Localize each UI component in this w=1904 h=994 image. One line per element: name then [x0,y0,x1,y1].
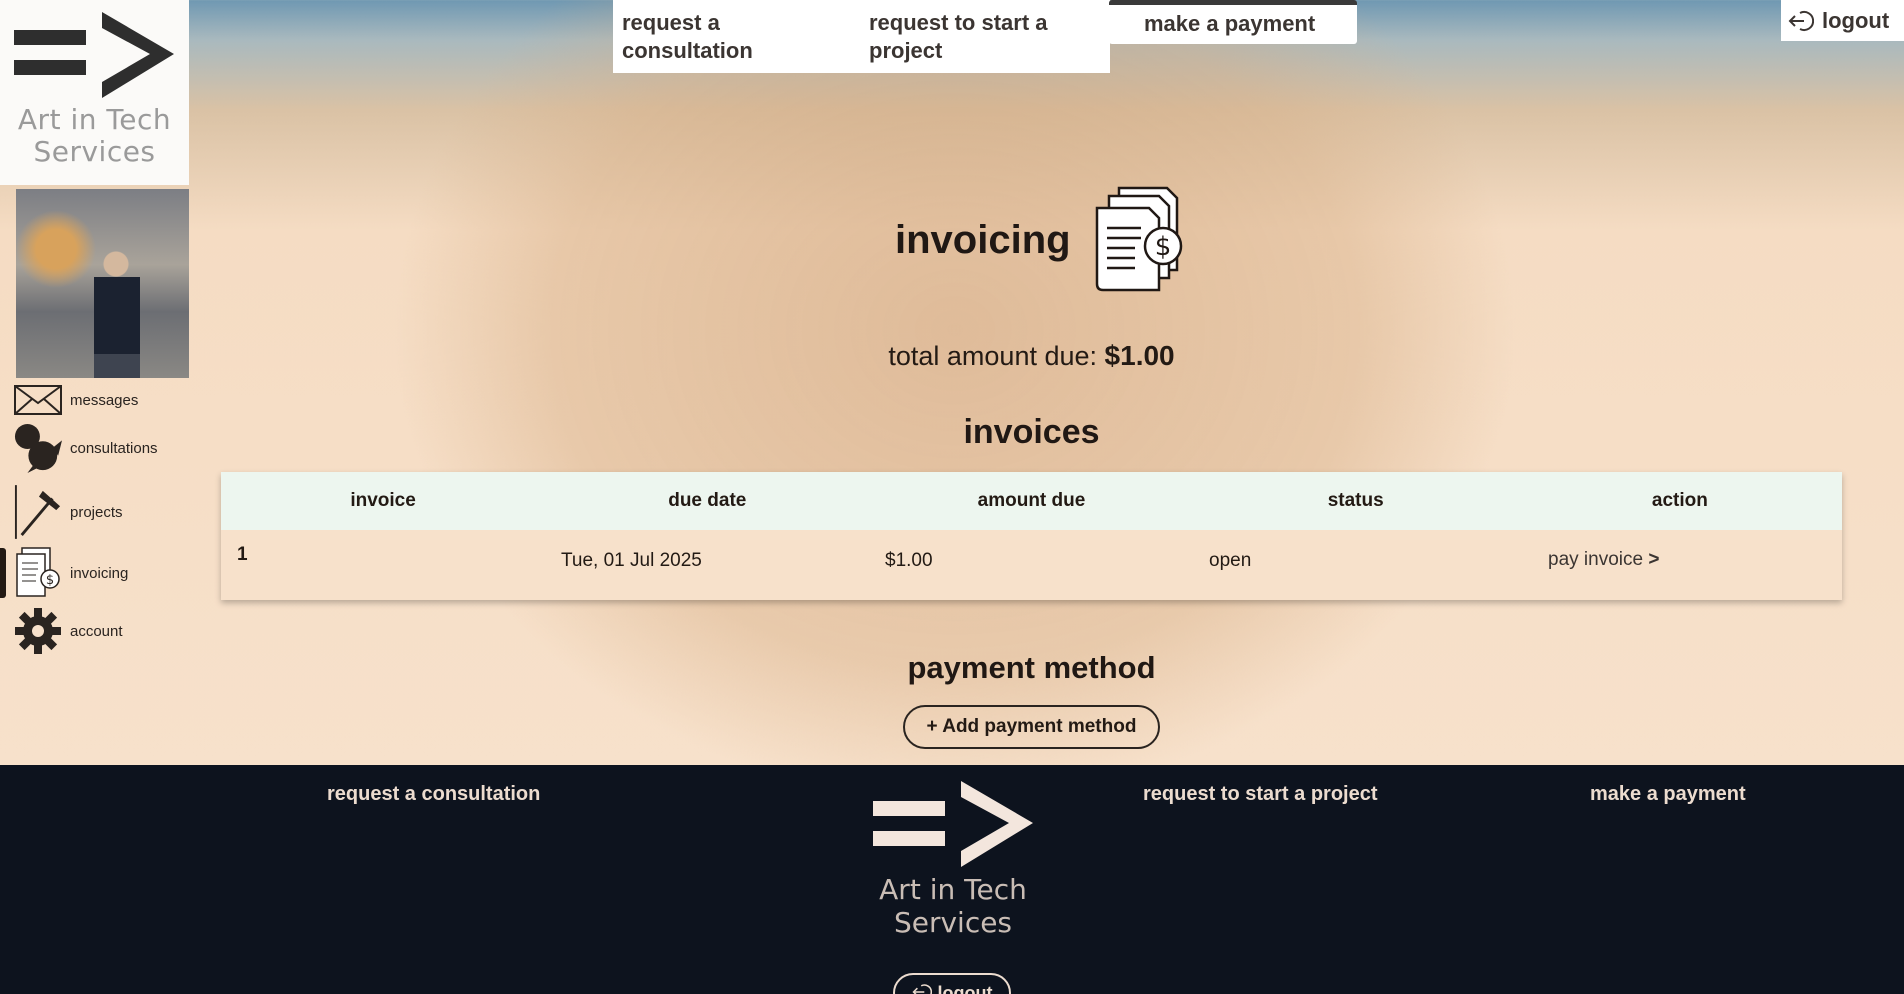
footer-link-payment[interactable]: make a payment [1590,783,1746,806]
sidebar-item-projects[interactable]: projects [14,484,123,540]
brand-name: Art in Tech Services [0,104,189,168]
brand-line1: Art in Tech [879,873,1027,906]
column-header-amount-due: amount due [977,490,1086,511]
gear-icon [14,608,62,654]
total-label: total amount due: [888,341,1098,371]
chevron-right-icon: > [1648,549,1660,570]
brand-line2: Services [33,135,156,168]
footer: request a consultation request to start … [0,765,1904,994]
column-header-due-date: due date [668,490,747,511]
invoices-heading: invoices [963,413,1100,451]
active-indicator [0,548,6,598]
footer-link-project[interactable]: request to start a project [1143,783,1378,806]
sidebar-item-messages[interactable]: messages [14,385,138,415]
sidebar-item-label: account [70,622,123,640]
column-header-invoice: invoice [350,490,416,511]
sidebar-item-label: invoicing [70,564,129,582]
table-row: 1 Tue, 01 Jul 2025 $1.00 open pay invoic… [221,530,1842,600]
footer-link-consultation[interactable]: request a consultation [327,783,540,806]
sidebar-item-label: messages [70,391,139,409]
sidebar-item-account[interactable]: account [14,608,123,654]
hammer-icon [14,484,62,540]
nav-request-project[interactable]: request to start a project [869,9,1079,65]
invoice-status: open [1209,550,1252,571]
footer-logout-button[interactable]: logout [893,973,1011,994]
total-value: $1.00 [1104,340,1175,371]
logout-icon [1788,10,1814,31]
pay-invoice-label: pay invoice [1548,549,1644,570]
page-heading: invoicing $ [895,186,1187,294]
footer-brand-name: Art in Tech Services [840,873,1066,939]
nav-request-consultation[interactable]: request a consultation [622,9,792,65]
sidebar-item-invoicing[interactable]: $ invoicing [14,547,128,599]
payment-method-heading: payment method [907,650,1156,685]
logout-button[interactable]: logout [1781,0,1904,41]
arrow-logo-icon[interactable] [873,781,1033,869]
add-payment-method-button[interactable]: + Add payment method [903,705,1160,749]
nav-make-payment[interactable]: make a payment [1109,0,1357,44]
invoice-icon: $ [1095,186,1182,292]
logout-icon [911,984,932,994]
total-amount-due: total amount due: $1.00 [0,340,1904,372]
brand-line1: Art in Tech [17,103,172,136]
invoice-due-date: Tue, 01 Jul 2025 [561,550,702,571]
brand-line2: Services [893,906,1013,939]
sidebar-item-label: projects [70,503,123,521]
column-header-action: action [1651,490,1708,511]
column-header-status: status [1327,490,1384,511]
invoice-amount-due: $1.00 [885,550,933,571]
svg-text:$: $ [1154,232,1171,262]
invoice-number: 1 [237,544,248,565]
page-title: invoicing [895,217,1071,262]
logout-label: logout [1822,7,1890,33]
svg-text:$: $ [46,573,54,588]
table-header: invoice due date amount due status actio… [221,472,1842,530]
logout-label: logout [937,983,993,994]
arrow-logo-icon [14,12,174,98]
pay-invoice-link[interactable]: pay invoice > [1548,549,1659,571]
brand-logo[interactable]: Art in Tech Services [0,0,189,185]
invoices-table: invoice due date amount due status actio… [221,472,1842,600]
top-nav: request a consultation request to start … [613,0,1110,73]
invoice-icon: $ [14,547,62,599]
envelope-icon [14,385,62,415]
